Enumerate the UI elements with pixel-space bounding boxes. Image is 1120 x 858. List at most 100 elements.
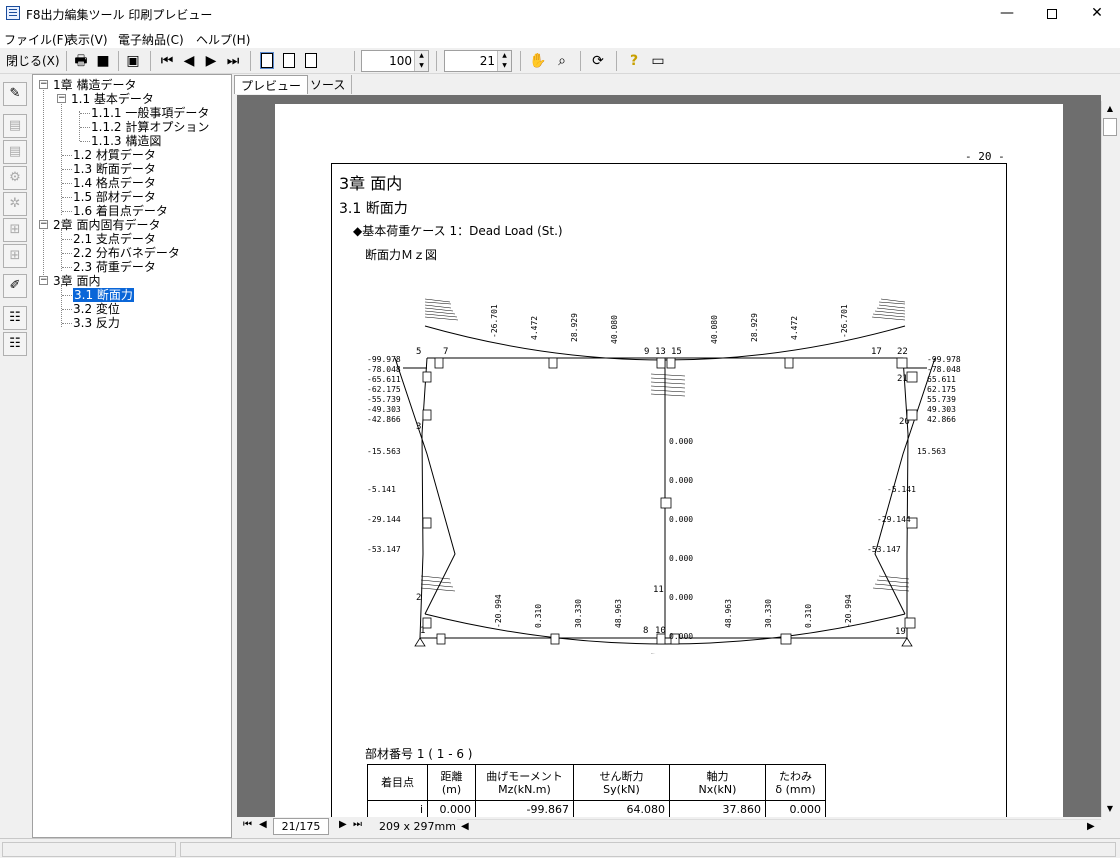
tree-item[interactable]: 1.1.2 計算オプション <box>91 120 209 134</box>
tree-item[interactable]: 1.6 着目点データ <box>73 204 168 218</box>
card-icon[interactable]: ▭ <box>647 50 669 72</box>
expand-toggle[interactable]: − <box>39 220 48 229</box>
two-page-icon[interactable] <box>278 50 300 72</box>
spin-arrows-icon[interactable]: ▲ ▼ <box>497 51 511 71</box>
spin-arrows-icon[interactable]: ▲ ▼ <box>414 51 428 71</box>
first-page-icon[interactable]: ⏮ <box>156 50 178 72</box>
tree-item[interactable]: 2.2 分布バネデータ <box>73 246 180 260</box>
first-page-icon[interactable]: ⏮ <box>243 819 252 830</box>
page-indicator[interactable]: 21/175 <box>273 818 329 835</box>
tree-item-selected[interactable]: 3.1 断面力 <box>73 288 134 302</box>
moment-value: 4.472 <box>530 316 539 340</box>
tree-item[interactable]: 2.3 荷重データ <box>73 260 156 274</box>
maximize-button[interactable] <box>1029 0 1075 28</box>
export-icon[interactable]: ▣ <box>122 50 144 72</box>
outline2-icon[interactable]: ☷ <box>3 332 27 356</box>
minimize-button[interactable]: — <box>984 0 1030 28</box>
tree2-icon[interactable]: ⊞ <box>3 244 27 268</box>
outline-icon[interactable]: ☷ <box>3 306 27 330</box>
tree-item[interactable]: 2.1 支点データ <box>73 232 156 246</box>
pen-icon[interactable]: ✎ <box>3 82 27 106</box>
hand-icon[interactable]: ✋ <box>527 50 549 72</box>
prev-page-icon[interactable]: ◀ <box>178 50 200 72</box>
scroll-down-icon[interactable]: ▼ <box>1102 801 1118 817</box>
expand-toggle[interactable]: − <box>39 276 48 285</box>
table-cell: -99.867 <box>475 800 574 817</box>
moment-value: -15.563 <box>367 447 401 456</box>
magnifier-icon[interactable]: ⌕ <box>551 50 573 72</box>
next-page-icon[interactable]: ▶ <box>339 819 347 830</box>
fit-page-icon[interactable] <box>300 50 322 72</box>
tab-preview[interactable]: プレビュー <box>234 75 309 94</box>
tree-item[interactable]: 1.1 基本データ <box>71 92 154 106</box>
moment-value: 0.000 <box>669 554 693 563</box>
moment-value: -26.701 <box>840 304 849 338</box>
horizontal-scrollbar[interactable]: ◀ ▶ <box>457 819 1101 835</box>
tree-item[interactable]: 1.1.1 一般事項データ <box>91 106 209 120</box>
page-spinner[interactable]: 21 ▲ ▼ <box>444 50 512 72</box>
col-header: 曲げモーメント Mz(kN.m) <box>475 764 574 801</box>
close-button[interactable]: 閉じる(X) <box>6 50 62 72</box>
tree-item[interactable]: 1.2 材質データ <box>73 148 156 162</box>
close-window-button[interactable]: ✕ <box>1074 0 1120 28</box>
tree-item[interactable]: 1.1.3 構造図 <box>91 134 161 148</box>
view-tabs: プレビュー ソース <box>234 74 1120 94</box>
svg-text:3: 3 <box>416 422 421 432</box>
edit-icon[interactable]: ▤ <box>3 114 27 138</box>
preview-area[interactable]: - 20 - 3章 面内 3.1 断面力 ◆基本荷重ケース 1：Dead Loa… <box>237 95 1101 817</box>
save-icon[interactable]: ■ <box>92 50 114 72</box>
table-cell: 37.860 <box>669 800 766 817</box>
tree-item[interactable]: 1.3 断面データ <box>73 162 156 176</box>
moment-value: 0.310 <box>804 604 813 628</box>
expand-toggle[interactable]: − <box>57 94 66 103</box>
moment-value: 42.866 <box>927 415 956 424</box>
moment-value: -20.994 <box>844 594 853 628</box>
prev-page-icon[interactable]: ◀ <box>259 819 267 830</box>
tool2-icon[interactable]: ✲ <box>3 192 27 216</box>
tree-item[interactable]: 1章 構造データ <box>53 78 136 92</box>
help-icon[interactable]: ? <box>623 50 645 72</box>
moment-value: -99.978 <box>927 355 961 364</box>
svg-text:15: 15 <box>671 347 682 357</box>
tab-source[interactable]: ソース <box>304 75 353 94</box>
col-header: たわみ δ (mm) <box>765 764 826 801</box>
moment-value: -29.144 <box>367 515 401 524</box>
tree-item[interactable]: 1.4 格点データ <box>73 176 156 190</box>
menu-help[interactable]: ヘルプ(H) <box>196 31 250 48</box>
moment-value: -5.141 <box>367 485 396 494</box>
member-label: 部材番号 1 ( 1 - 6 ) <box>365 747 473 761</box>
scroll-right-icon[interactable]: ▶ <box>1087 821 1095 832</box>
moment-diagram: 1 2 3 5 7 9 13 15 17 22 21 20 11 8 10 19 <box>367 298 961 654</box>
next-page-icon[interactable]: ▶ <box>200 50 222 72</box>
tool-icon[interactable]: ⚙ <box>3 166 27 190</box>
vertical-scrollbar[interactable]: ▲ ▼ <box>1101 101 1118 817</box>
expand-toggle[interactable]: − <box>39 80 48 89</box>
tree-item[interactable]: 3.3 反力 <box>73 316 120 330</box>
tag-icon[interactable]: ✐ <box>3 274 27 298</box>
table-cell: 64.080 <box>573 800 670 817</box>
tree-item[interactable]: 2章 面内固有データ <box>53 218 160 232</box>
menu-view[interactable]: 表示(V) <box>66 31 108 48</box>
menu-electronic-delivery[interactable]: 電子納品(C) <box>118 31 184 48</box>
menu-file[interactable]: ファイル(F) <box>4 31 68 48</box>
moment-value: 65.611 <box>927 375 956 384</box>
single-page-icon[interactable] <box>256 50 278 72</box>
tree-item[interactable]: 3.2 変位 <box>73 302 120 316</box>
edit2-icon[interactable]: ▤ <box>3 140 27 164</box>
tree-icon[interactable]: ⊞ <box>3 218 27 242</box>
scroll-up-icon[interactable]: ▲ <box>1102 101 1118 117</box>
scroll-thumb[interactable] <box>1103 118 1117 136</box>
moment-value: 4.472 <box>790 316 799 340</box>
moment-value: -42.866 <box>367 415 401 424</box>
tree-item[interactable]: 1.5 部材データ <box>73 190 156 204</box>
last-page-icon[interactable]: ⏭ <box>353 819 362 830</box>
svg-text:19: 19 <box>895 627 906 637</box>
zoom-spinner[interactable]: 100 ▲ ▼ <box>361 50 429 72</box>
moment-value: 0.000 <box>669 515 693 524</box>
scroll-left-icon[interactable]: ◀ <box>461 821 469 832</box>
last-page-icon[interactable]: ⏭ <box>222 50 244 72</box>
tree-item[interactable]: 3章 面内 <box>53 274 100 288</box>
printer-icon[interactable]: 🖶 <box>70 50 92 72</box>
refresh-icon[interactable]: ⟳ <box>587 50 609 72</box>
col-header: 軸力 Nx(kN) <box>669 764 766 801</box>
